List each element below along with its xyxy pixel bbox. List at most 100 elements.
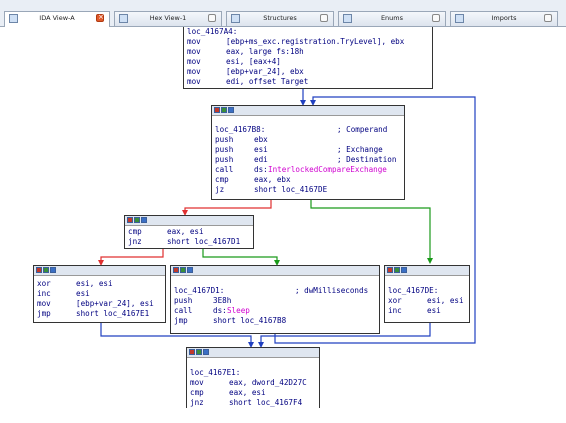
block-label: loc_4167E1: xyxy=(190,368,241,377)
function-name[interactable]: InterlockedCompareExchange xyxy=(268,165,387,175)
close-tab-icon[interactable] xyxy=(208,14,216,22)
operands: eax, esi xyxy=(229,388,266,397)
group-icon[interactable] xyxy=(180,267,186,273)
operands: 3E8h xyxy=(213,296,232,305)
color-icon[interactable] xyxy=(127,217,133,223)
close-tab-icon[interactable] xyxy=(544,14,552,22)
operands: [ebp+var_24], ebx xyxy=(226,67,304,76)
color-icon[interactable] xyxy=(36,267,42,273)
block-loc-4167a4[interactable]: loc_4167A4: mov [ebp+ms_exc.registration… xyxy=(183,27,433,89)
edge-cmp-false xyxy=(98,249,164,266)
operands: ebx xyxy=(254,135,268,144)
color-icon[interactable] xyxy=(173,267,179,273)
block-header xyxy=(125,216,253,226)
operands: short loc_4167D1 xyxy=(167,237,241,246)
close-tab-icon[interactable] xyxy=(432,14,440,22)
group-icon[interactable] xyxy=(394,267,400,273)
group-icon[interactable] xyxy=(196,349,202,355)
tab-hex-view-1[interactable]: Hex View-1 xyxy=(114,11,222,26)
block-label: loc_4167D1: xyxy=(174,286,225,295)
operands: short loc_4167E1 xyxy=(76,309,150,318)
operands: esi, esi xyxy=(427,296,464,305)
operands: [ebp+ms_exc.registration.TryLevel], ebx xyxy=(226,37,405,46)
mnemonic: mov xyxy=(187,57,201,66)
edge-cmp-true xyxy=(202,249,280,266)
tab-enums[interactable]: Enums xyxy=(338,11,446,26)
group-icon[interactable] xyxy=(43,267,49,273)
block-cmp-eax-esi[interactable]: cmp eax, esi jnz short loc_4167D1 xyxy=(124,215,254,249)
mnemonic: jz xyxy=(215,185,225,194)
block-header xyxy=(212,106,404,116)
block-header xyxy=(385,266,469,276)
text-view-icon[interactable] xyxy=(50,267,56,273)
comment: ; Comperand xyxy=(337,125,388,134)
block-loc-4167b8[interactable]: loc_4167B8: ; Comperand push ebx push es… xyxy=(211,105,405,200)
group-icon[interactable] xyxy=(134,217,140,223)
mnemonic: cmp xyxy=(128,227,142,236)
mnemonic: cmp xyxy=(215,175,229,184)
operands: eax, esi xyxy=(167,227,204,236)
mnemonic: inc xyxy=(388,306,402,315)
tab-label: IDA View-A xyxy=(39,14,75,22)
mnemonic: mov xyxy=(37,299,51,308)
operands: [ebp+var_24], esi xyxy=(76,299,154,308)
mnemonic: jmp xyxy=(37,309,51,318)
block-loc-4167e1[interactable]: loc_4167E1: mov eax, dword_42D27C cmp ea… xyxy=(186,347,320,408)
color-icon[interactable] xyxy=(189,349,195,355)
text-view-icon[interactable] xyxy=(141,217,147,223)
mnemonic: jmp xyxy=(174,316,188,325)
text-view-icon[interactable] xyxy=(401,267,407,273)
comment: ; Destination xyxy=(337,155,397,164)
color-icon[interactable] xyxy=(214,107,220,113)
tab-ida-view-a[interactable]: IDA View-A xyxy=(4,11,110,27)
close-tab-icon[interactable] xyxy=(320,14,328,22)
mnemonic: jnz xyxy=(190,398,204,407)
color-icon[interactable] xyxy=(387,267,393,273)
operands: esi, esi xyxy=(76,279,113,288)
tab-bar: IDA View-A Hex View-1 Structures Enums I… xyxy=(0,0,566,27)
operands: edi xyxy=(254,155,268,164)
mnemonic: call xyxy=(215,165,234,174)
mnemonic: mov xyxy=(187,77,201,86)
graph-view[interactable]: loc_4167A4: mov [ebp+ms_exc.registration… xyxy=(3,27,565,408)
operands: eax, large fs:18h xyxy=(226,47,304,56)
mnemonic: inc xyxy=(37,289,51,298)
operands: edi, offset Target xyxy=(226,77,309,86)
mnemonic: mov xyxy=(187,47,201,56)
edge-4167b8-true xyxy=(310,200,433,264)
block-label: loc_4167B8: xyxy=(215,125,266,134)
group-icon[interactable] xyxy=(221,107,227,113)
block-header xyxy=(34,266,165,276)
mnemonic: jnz xyxy=(128,237,142,246)
block-header xyxy=(171,266,379,276)
tab-imports[interactable]: Imports xyxy=(450,11,558,26)
block-loc-4167d1[interactable]: loc_4167D1: ; dwMilliseconds push 3E8h c… xyxy=(170,265,380,334)
status-bar xyxy=(0,408,566,423)
tab-label: Enums xyxy=(380,14,404,22)
block-xor-esi[interactable]: xor esi, esi inc esi mov [ebp+var_24], e… xyxy=(33,265,166,323)
block-header xyxy=(187,348,319,358)
edge-4167b8-false xyxy=(182,200,272,216)
comment: ; dwMilliseconds xyxy=(295,286,369,295)
mnemonic: mov xyxy=(190,378,204,387)
operand-prefix: ds: xyxy=(213,306,227,315)
tab-structures[interactable]: Structures xyxy=(226,11,334,26)
close-tab-icon[interactable] xyxy=(96,13,104,22)
operand-prefix: ds: xyxy=(254,165,268,174)
block-loc-4167de[interactable]: loc_4167DE: xor esi, esi inc esi xyxy=(384,265,470,323)
text-view-icon[interactable] xyxy=(187,267,193,273)
text-view-icon[interactable] xyxy=(228,107,234,113)
text-view-icon[interactable] xyxy=(203,349,209,355)
mnemonic: mov xyxy=(187,67,201,76)
label-line: loc_4167A4: xyxy=(187,27,238,36)
operands: short loc_4167F4 xyxy=(229,398,303,407)
mnemonic: cmp xyxy=(190,388,204,397)
tab-label: Imports xyxy=(491,14,517,22)
mnemonic: push xyxy=(215,155,234,164)
operands: esi xyxy=(254,145,268,154)
mnemonic: xor xyxy=(37,279,51,288)
function-name[interactable]: Sleep xyxy=(227,306,250,316)
tab-label: Structures xyxy=(263,14,297,22)
operands: eax, dword_42D27C xyxy=(229,378,307,387)
mnemonic: push xyxy=(215,145,234,154)
